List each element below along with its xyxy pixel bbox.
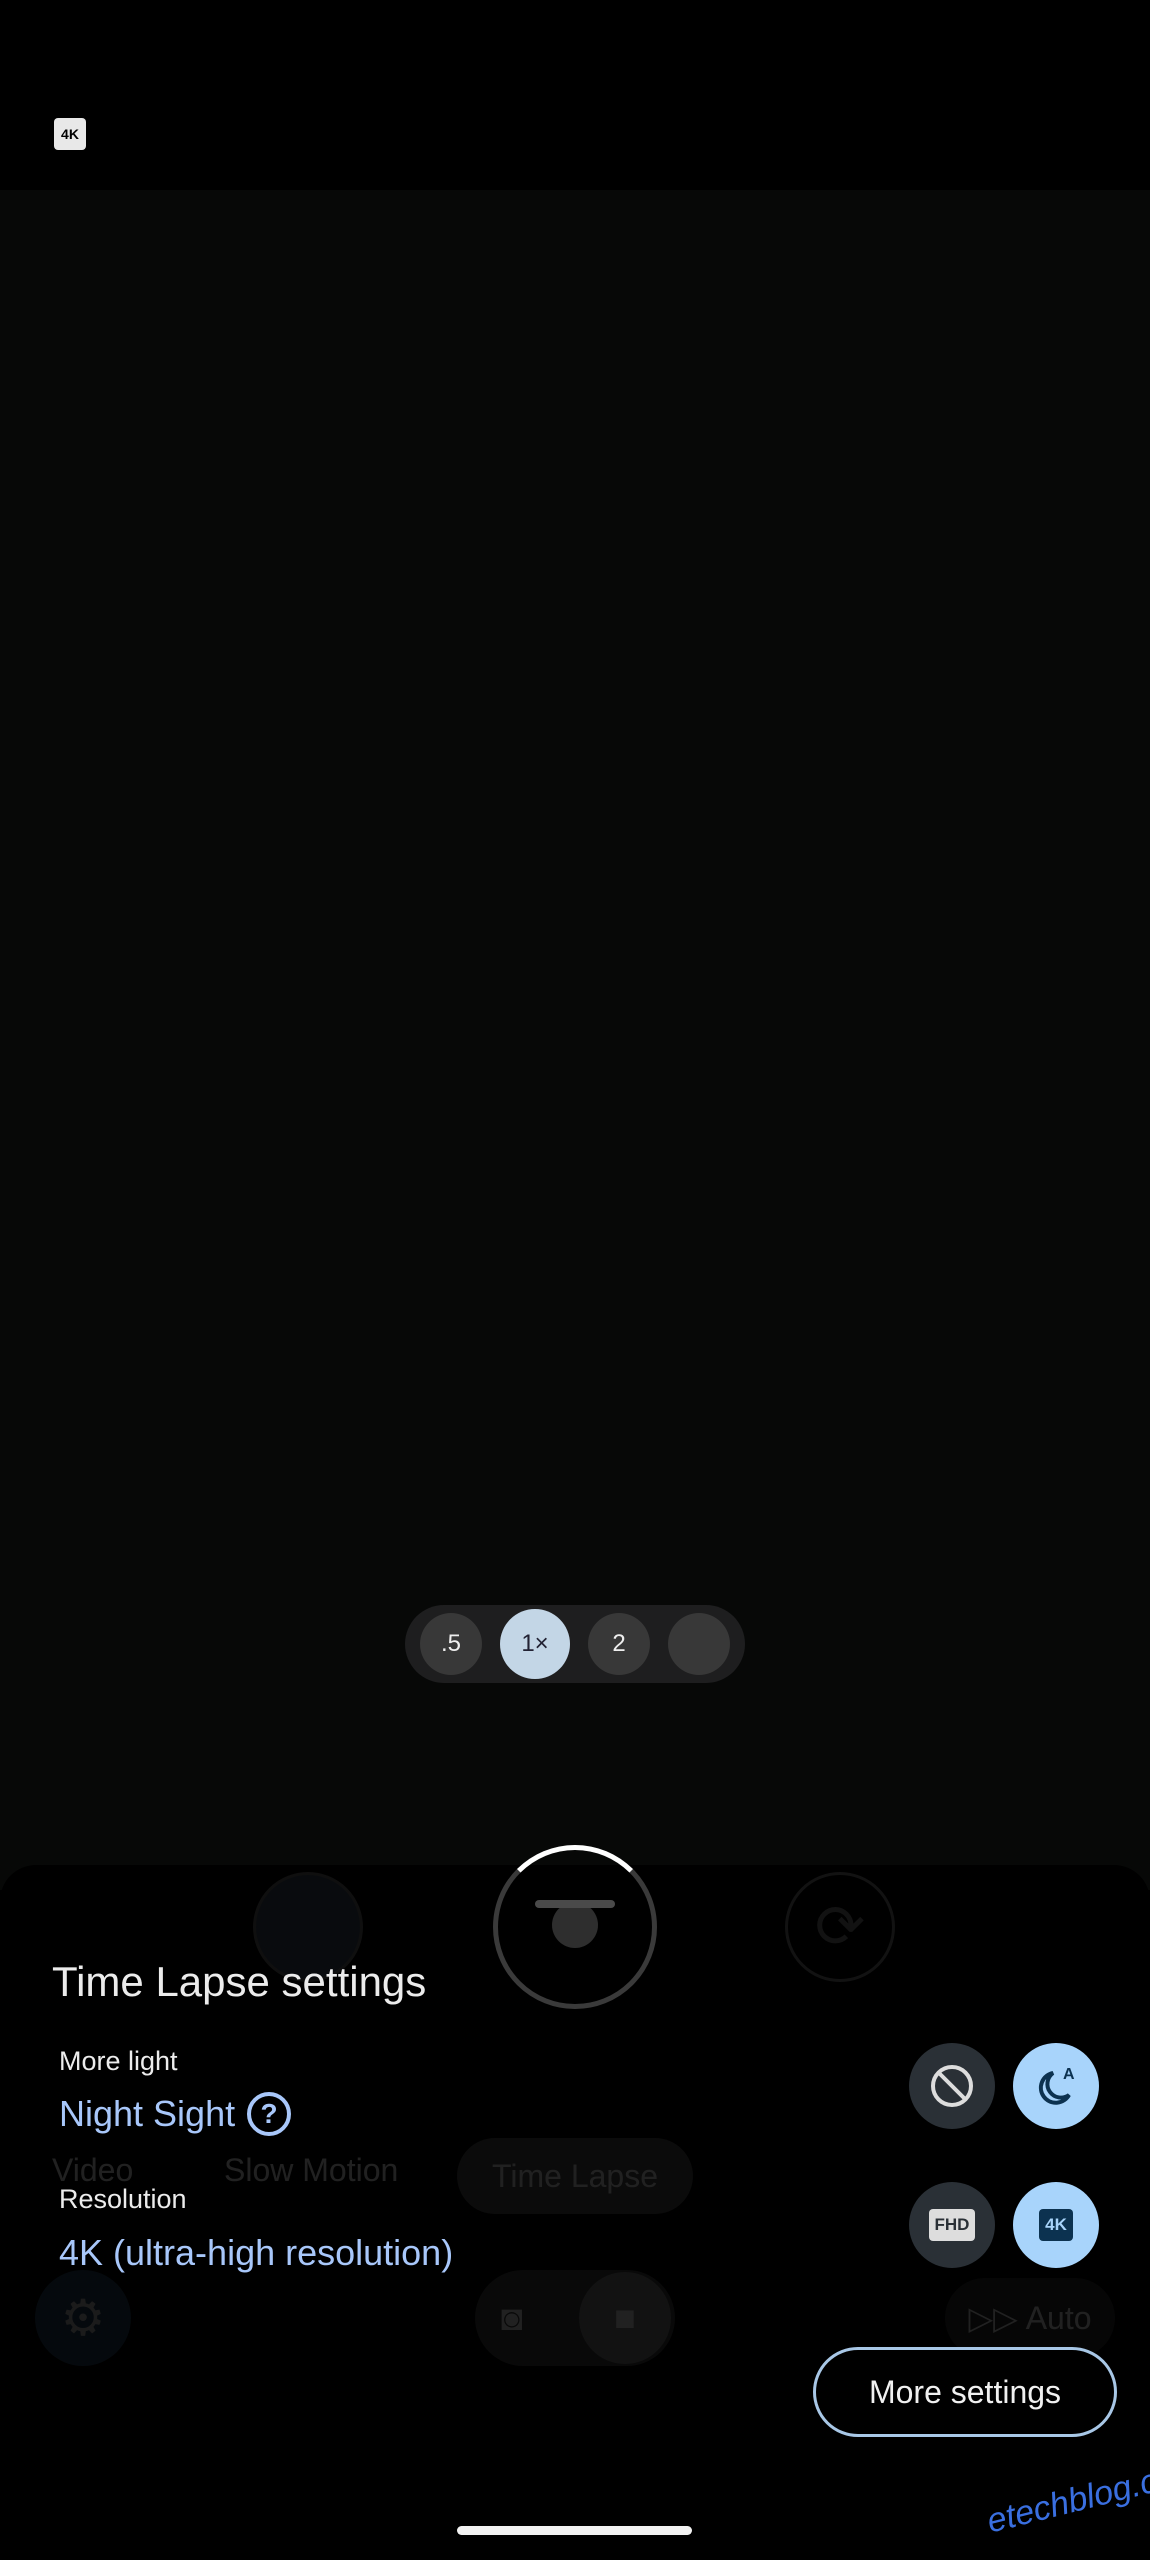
camera-icon: ◙ <box>501 2297 523 2338</box>
zoom-1x-button[interactable]: 1× <box>500 1609 570 1679</box>
sheet-drag-handle[interactable] <box>535 1900 615 1908</box>
night-sight-label: Night Sight <box>59 2093 236 2134</box>
more-light-value: Night Sight? <box>59 2092 292 2136</box>
home-indicator[interactable] <box>457 2526 692 2535</box>
resolution-value: 4K (ultra-high resolution) <box>59 2232 454 2273</box>
more-settings-button[interactable]: More settings <box>813 2347 1117 2437</box>
zoom-selector: .5 1× 2 <box>405 1605 745 1683</box>
sheet-title: Time Lapse settings <box>52 1958 427 2005</box>
more-light-label: More light <box>59 2046 178 2076</box>
speed-label: Auto <box>1025 2299 1092 2336</box>
record-dot <box>552 1902 598 1948</box>
mode-time-lapse: Time Lapse <box>457 2138 693 2214</box>
4k-icon: 4K <box>1039 2209 1073 2241</box>
resolution-4k-button[interactable]: 4K <box>1013 2182 1099 2268</box>
switch-camera-icon: ⟳ <box>785 1872 895 1982</box>
fhd-icon: FHD <box>928 2209 976 2241</box>
resolution-label: Resolution <box>59 2184 187 2214</box>
resolution-badge: 4K <box>54 118 86 150</box>
gear-icon: ⚙ <box>35 2270 131 2366</box>
zoom-0.5-button[interactable]: .5 <box>420 1613 482 1675</box>
photo-video-toggle: ◙ ■ <box>475 2270 675 2366</box>
zoom-5x-button[interactable] <box>668 1613 730 1675</box>
night-sight-auto-button[interactable]: A <box>1013 2043 1099 2129</box>
top-bar <box>0 0 1150 190</box>
mode-slow-motion: Slow Motion <box>224 2152 399 2188</box>
moon-auto-icon: A <box>1038 2066 1075 2105</box>
zoom-2x-button[interactable]: 2 <box>588 1613 650 1675</box>
night-sight-off-button[interactable] <box>909 2043 995 2129</box>
speed-button: ▷▷ Auto <box>945 2278 1115 2358</box>
help-icon[interactable]: ? <box>247 2092 292 2136</box>
fast-forward-icon: ▷▷ <box>968 2300 1018 2336</box>
resolution-fhd-button[interactable]: FHD <box>909 2182 995 2268</box>
svg-text:A: A <box>1063 2066 1075 2083</box>
block-icon <box>931 2065 973 2107</box>
video-icon: ■ <box>579 2272 671 2364</box>
